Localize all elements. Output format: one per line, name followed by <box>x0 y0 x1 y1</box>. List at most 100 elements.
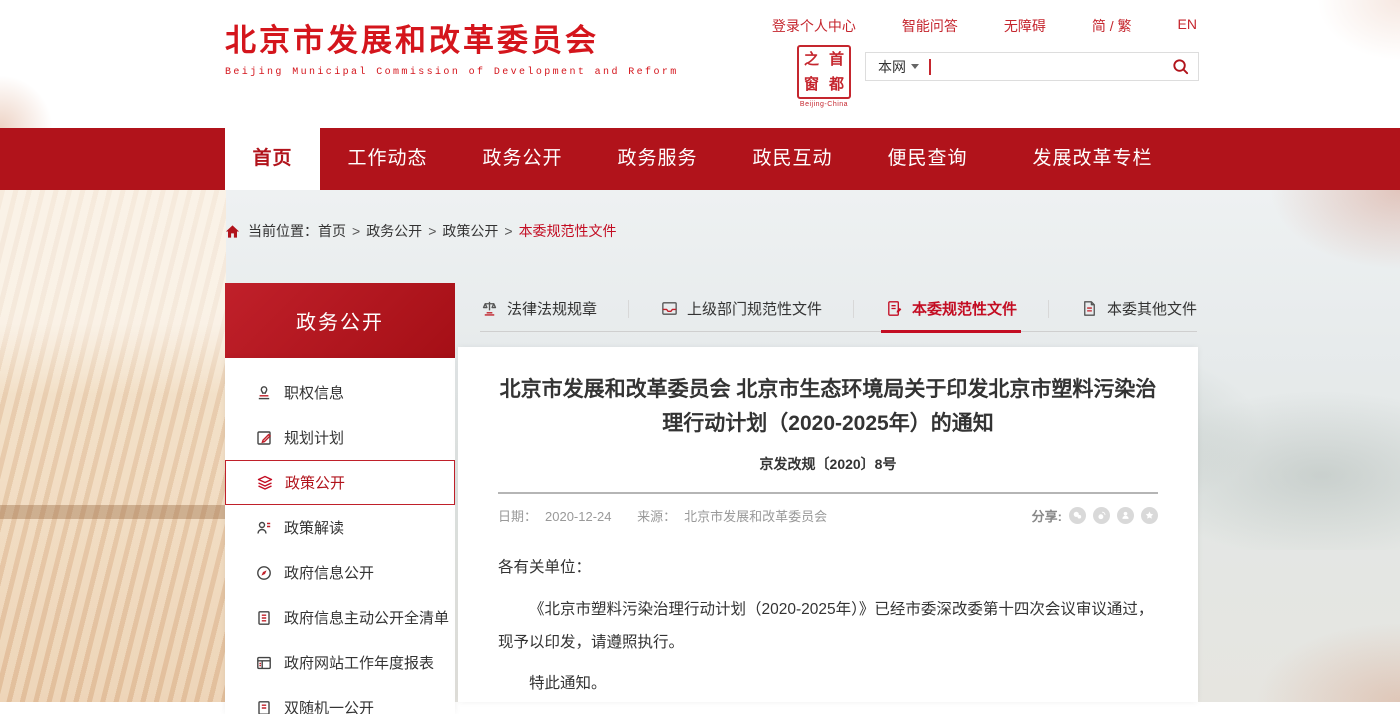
article-paragraph: 《北京市塑料污染治理行动计划（2020-2025年）》已经市委深改委第十四次会议… <box>498 593 1158 660</box>
sidebar-item-label: 政府信息公开 <box>284 562 374 583</box>
capital-window-seal-logo[interactable]: 之 首 窗 都 Beijing-China <box>795 45 853 108</box>
breadcrumb-home[interactable]: 首页 <box>318 221 346 241</box>
search-scope-label: 本网 <box>878 57 906 77</box>
nav-item-gov-disclosure[interactable]: 政务公开 <box>455 128 590 190</box>
wechat-share-icon[interactable] <box>1069 507 1086 524</box>
qzone-share-icon[interactable] <box>1141 507 1158 524</box>
sidebar-menu: 职权信息 规划计划 政策公开 <box>225 358 455 714</box>
seal-char: 之 <box>799 47 824 72</box>
tab-superior-normative-docs[interactable]: 上级部门规范性文件 <box>660 286 822 331</box>
article-paragraph: 特此通知。 <box>498 667 1158 700</box>
search-icon <box>1171 57 1190 76</box>
sidebar-item-gov-info-disclosure[interactable]: 政府信息公开 <box>225 550 455 595</box>
simplified-traditional-link[interactable]: 简 / 繁 <box>1092 16 1132 36</box>
sidebar-item-policy-disclosure[interactable]: 政策公开 <box>225 460 455 505</box>
seal-char: 首 <box>824 47 849 72</box>
accessibility-link[interactable]: 无障碍 <box>1004 16 1046 36</box>
header-corner-decoration <box>0 40 70 128</box>
share-bar: 分享: <box>1032 506 1158 525</box>
tab-label: 本委其他文件 <box>1107 298 1197 319</box>
seal-icon: 之 首 窗 都 <box>797 45 851 99</box>
header-corner-decoration-right <box>1280 0 1400 100</box>
sidebar-item-label: 政策公开 <box>285 472 345 493</box>
doc-pen-icon <box>885 299 904 318</box>
tab-laws-regulations[interactable]: 法律法规规章 <box>480 286 597 331</box>
sidebar-item-planning[interactable]: 规划计划 <box>225 415 455 460</box>
search-button[interactable] <box>1162 53 1198 80</box>
breadcrumb-prefix: 当前位置： <box>248 221 318 241</box>
tab-commission-normative-docs[interactable]: 本委规范性文件 <box>885 286 1017 331</box>
share-label: 分享: <box>1032 506 1062 525</box>
nav-item-work-news[interactable]: 工作动态 <box>320 128 455 190</box>
date-label: 日期： <box>498 509 537 524</box>
sidebar-item-annual-website-report[interactable]: 政府网站工作年度报表 <box>225 640 455 685</box>
nav-item-convenience-query[interactable]: 便民查询 <box>860 128 995 190</box>
seal-stamp-icon <box>255 384 273 402</box>
breadcrumb-policy-disclosure[interactable]: 政策公开 <box>442 221 498 241</box>
home-icon <box>225 224 240 239</box>
tab-commission-other-docs[interactable]: 本委其他文件 <box>1080 286 1197 331</box>
nav-item-home[interactable]: 首页 <box>225 128 320 190</box>
layers-icon <box>256 474 274 492</box>
sidebar-item-authority-info[interactable]: 职权信息 <box>225 370 455 415</box>
sidebar: 政务公开 职权信息 规划计划 <box>225 283 455 702</box>
tab-label: 上级部门规范性文件 <box>687 298 822 319</box>
article-meta-left: 日期：2020-12-24 来源：北京市发展和改革委员会 <box>498 506 835 525</box>
inbox-doc-icon <box>660 299 679 318</box>
sidebar-title: 政务公开 <box>225 283 455 358</box>
nav-item-reform-special[interactable]: 发展改革专栏 <box>1010 128 1175 190</box>
meta-divider <box>498 492 1158 494</box>
list-doc-icon <box>255 609 273 627</box>
compass-icon <box>255 564 273 582</box>
site-title-en: Beijing Municipal Commission of Developm… <box>225 67 679 78</box>
sidebar-item-label: 政府网站工作年度报表 <box>284 652 434 673</box>
site-logo[interactable]: 北京市发展和改革委员会 Beijing Municipal Commission… <box>225 22 679 78</box>
sidebar-item-double-random-disclosure[interactable]: 双随机一公开 <box>225 685 455 714</box>
login-link[interactable]: 登录个人中心 <box>772 16 856 36</box>
utility-links: 登录个人中心 智能问答 无障碍 简 / 繁 EN <box>772 16 1197 36</box>
seal-char: 窗 <box>799 72 824 97</box>
tab-label: 法律法规规章 <box>507 298 597 319</box>
article-title: 北京市发展和改革委员会 北京市生态环境局关于印发北京市塑料污染治理行动计划（20… <box>498 373 1158 440</box>
article-paragraph: 各有关单位： <box>498 551 1158 584</box>
plan-edit-icon <box>255 429 273 447</box>
seal-caption: Beijing-China <box>795 101 853 108</box>
main-navigation: 首页 工作动态 政务公开 政务服务 政民互动 便民查询 发展改革专栏 <box>0 128 1400 190</box>
nav-item-interaction[interactable]: 政民互动 <box>725 128 860 190</box>
weibo-share-icon[interactable] <box>1093 507 1110 524</box>
search-scope-dropdown[interactable]: 本网 <box>866 57 929 77</box>
breadcrumb: 当前位置： 首页 > 政务公开 > 政策公开 > 本委规范性文件 <box>225 221 617 241</box>
qq-share-icon[interactable] <box>1117 507 1134 524</box>
background-right-roof <box>1200 190 1400 350</box>
tab-divider <box>628 300 629 318</box>
english-link[interactable]: EN <box>1178 16 1197 36</box>
sidebar-item-policy-interpretation[interactable]: 政策解读 <box>225 505 455 550</box>
article-meta: 日期：2020-12-24 来源：北京市发展和改革委员会 分享: <box>498 506 1158 525</box>
breadcrumb-separator: > <box>428 223 436 239</box>
tab-divider <box>1048 300 1049 318</box>
document-number: 京发改规〔2020〕8号 <box>498 454 1158 474</box>
sidebar-item-label: 职权信息 <box>284 382 344 403</box>
site-title: 北京市发展和改革委员会 <box>225 22 679 59</box>
law-scale-icon <box>480 299 499 318</box>
site-header: 北京市发展和改革委员会 Beijing Municipal Commission… <box>0 0 1400 128</box>
site-search: 本网 <box>865 52 1199 81</box>
smart-qa-link[interactable]: 智能问答 <box>902 16 958 36</box>
sidebar-item-label: 双随机一公开 <box>284 697 374 714</box>
background-bottom-roof <box>1190 572 1400 702</box>
article-panel: 北京市发展和改革委员会 北京市生态环境局关于印发北京市塑料污染治理行动计划（20… <box>458 347 1198 702</box>
sidebar-item-label: 规划计划 <box>284 427 344 448</box>
article-source: 北京市发展和改革委员会 <box>684 509 827 524</box>
nav-item-gov-services[interactable]: 政务服务 <box>590 128 725 190</box>
search-input[interactable] <box>931 53 1162 80</box>
breadcrumb-separator: > <box>504 223 512 239</box>
sidebar-item-proactive-disclosure-list[interactable]: 政府信息主动公开全清单 <box>225 595 455 640</box>
source-label: 来源： <box>637 509 676 524</box>
chevron-down-icon <box>911 64 919 69</box>
document-category-tabs: 法律法规规章 上级部门规范性文件 本委规范性文件 本 <box>480 286 1197 332</box>
breadcrumb-gov-disclosure[interactable]: 政务公开 <box>366 221 422 241</box>
tab-divider <box>853 300 854 318</box>
article-body: 各有关单位： 《北京市塑料污染治理行动计划（2020-2025年）》已经市委深改… <box>498 551 1158 702</box>
seal-char: 都 <box>824 72 849 97</box>
tab-label: 本委规范性文件 <box>912 298 1017 319</box>
